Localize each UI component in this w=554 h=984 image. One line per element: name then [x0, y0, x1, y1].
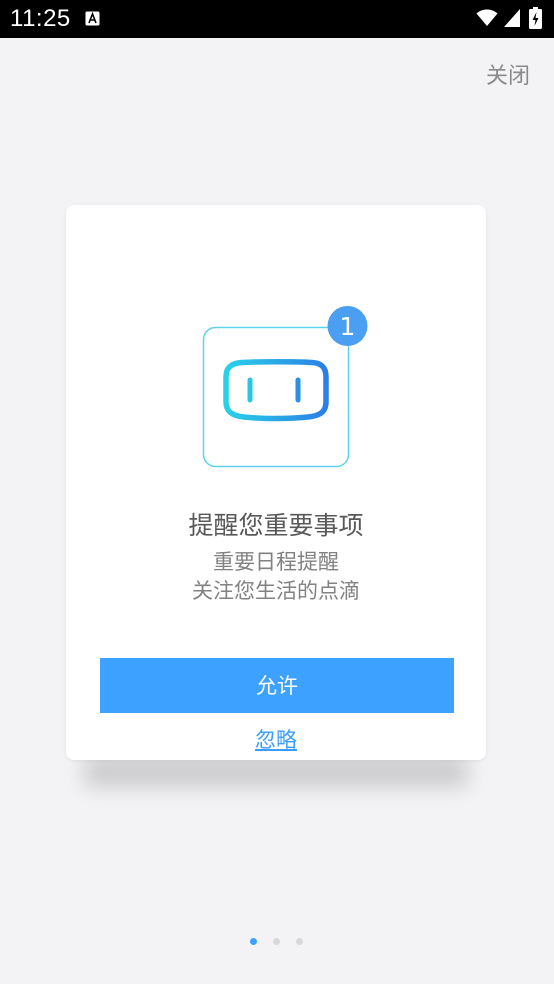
battery-icon: [529, 7, 542, 29]
dialog-subtitle-line1: 重要日程提醒: [213, 550, 339, 574]
allow-button[interactable]: 允许: [100, 658, 454, 713]
page-indicator: [248, 936, 308, 948]
plug-face-icon: 1: [202, 306, 368, 468]
wifi-icon: [476, 9, 498, 26]
permission-dialog: 1 提醒您重要事项 重要日程提醒 关注您生活的点滴 允许 忽略: [66, 205, 486, 760]
page-dot-2: [273, 938, 280, 945]
signal-icon: [504, 9, 520, 27]
dialog-subtitle-line2: 关注您生活的点滴: [192, 579, 360, 603]
page-dot-1: [250, 938, 257, 945]
close-button[interactable]: 关闭: [486, 62, 530, 92]
badge-count: 1: [340, 312, 356, 341]
status-time: 11:25: [10, 5, 71, 32]
a-notification-icon: [85, 11, 100, 26]
card-shadow: [84, 757, 468, 787]
ignore-link[interactable]: 忽略: [66, 725, 486, 755]
status-bar: 11:25: [0, 0, 554, 38]
dialog-title: 提醒您重要事项: [188, 511, 364, 540]
notification-badge: 1: [327, 306, 368, 346]
page-dot-3: [296, 938, 303, 945]
